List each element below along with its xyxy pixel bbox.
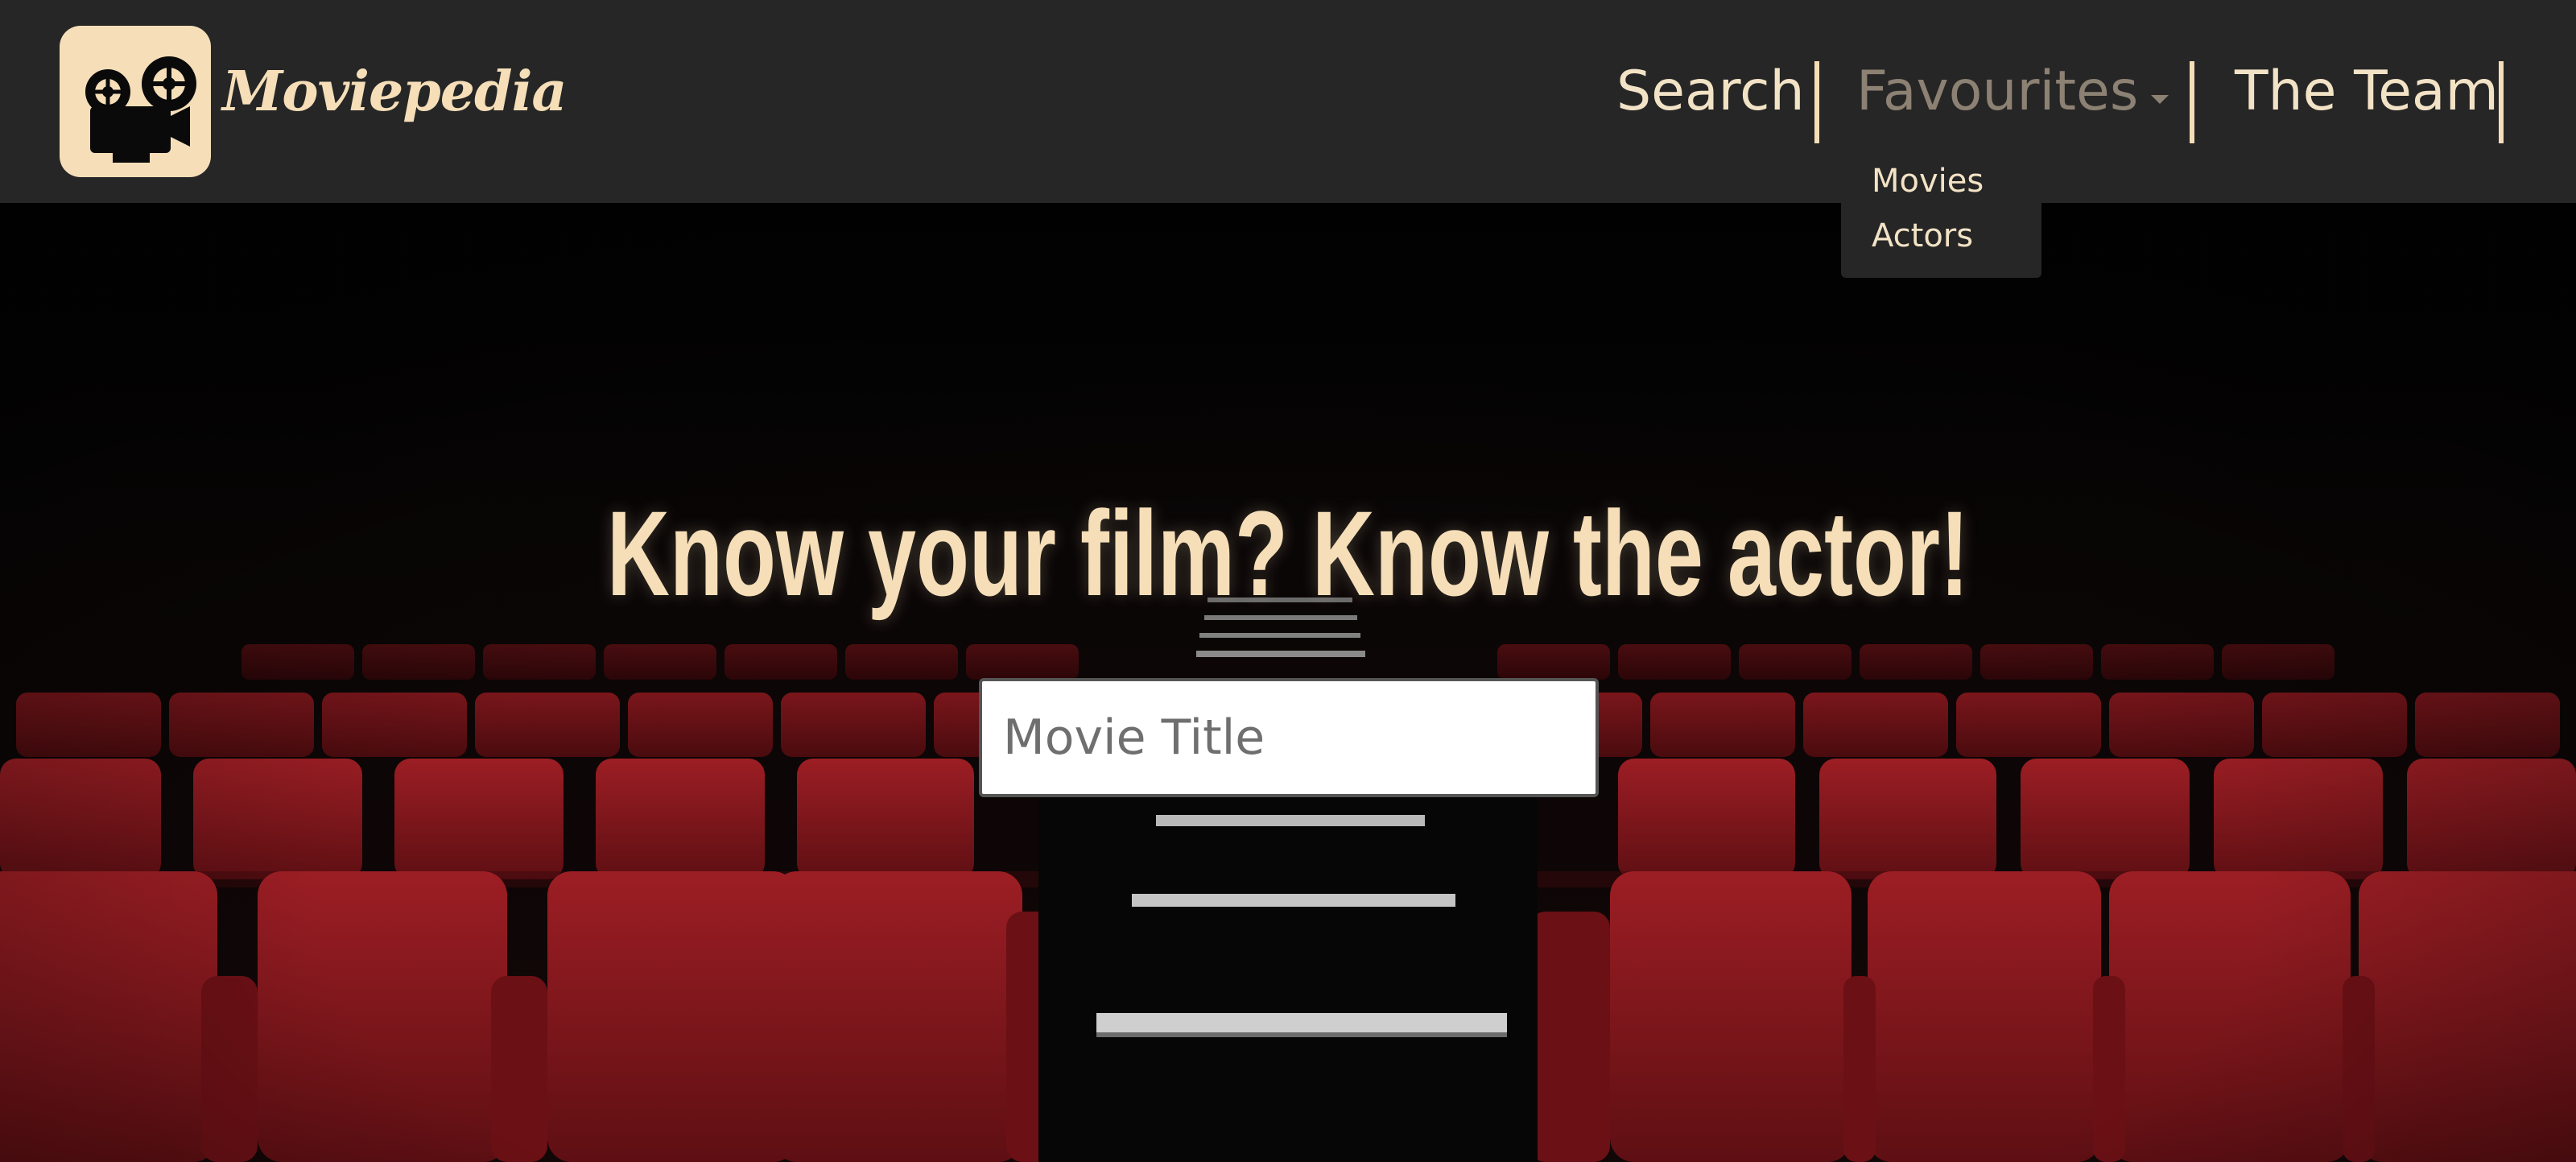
nav-search[interactable]: Search <box>1616 64 1805 119</box>
dropdown-item-actors[interactable]: Actors <box>1872 220 1973 252</box>
movie-title-input[interactable] <box>982 681 1596 794</box>
navbar: Moviepedia Search Favourites The Team <box>0 0 2576 203</box>
film-projector-icon <box>85 56 196 163</box>
chevron-down-icon[interactable] <box>2151 95 2169 104</box>
hero-section: Know your film? Know the actor! <box>0 203 2576 1162</box>
movie-search-box[interactable] <box>979 678 1599 797</box>
brand-name[interactable]: Moviepedia <box>222 64 567 119</box>
nav-divider <box>1814 61 1819 143</box>
hero-headline: Know your film? Know the actor! <box>607 486 1969 621</box>
nav-divider <box>2190 61 2194 143</box>
nav-team[interactable]: The Team <box>2235 64 2499 119</box>
favourites-dropdown: Movies Actors <box>1841 147 2041 278</box>
dropdown-item-movies[interactable]: Movies <box>1872 165 1984 197</box>
nav-divider <box>2499 61 2504 143</box>
nav-favourites[interactable]: Favourites <box>1856 64 2138 119</box>
logo[interactable] <box>60 26 211 177</box>
